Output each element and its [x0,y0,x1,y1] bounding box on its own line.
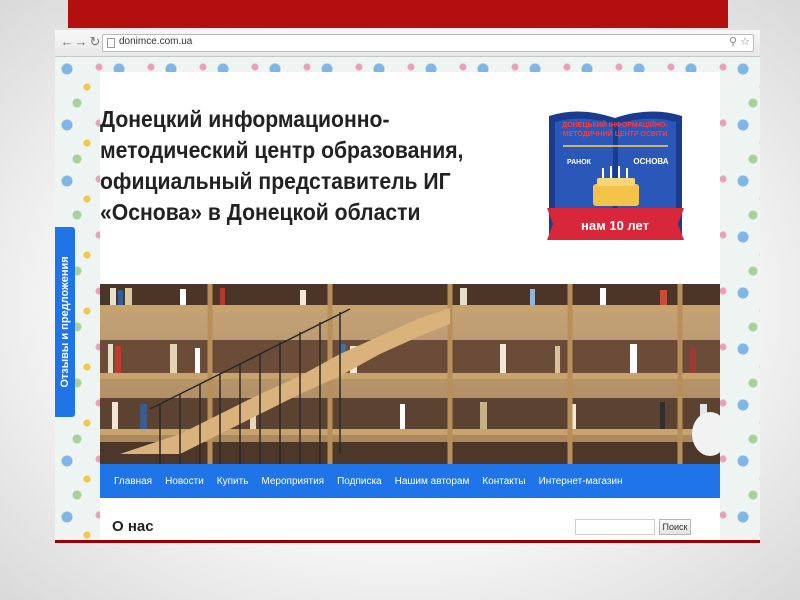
logo-brand-2: ОСНОВА [633,157,668,166]
logo-line-1: ДОНЕЦЬКИЙ ІНФОРМАЦІЙНО- [562,120,668,129]
nav-item-news[interactable]: Новости [165,476,204,487]
reload-icon[interactable]: ↻ [88,35,102,49]
nav-item-online-store[interactable]: Интернет-магазин [539,476,623,487]
back-arrow-icon[interactable]: ← [60,35,74,49]
nav-item-authors[interactable]: Нашим авторам [395,476,470,487]
nav-item-events[interactable]: Мероприятия [261,476,324,487]
star-icon[interactable]: ☆ [740,35,750,48]
site-title: Донецкий информационно-методический цент… [100,106,464,225]
web-page: Отзывы и предложения Донецкий информацио… [55,57,760,540]
hero-banner-bookshelf [100,284,720,464]
main-navigation: Главная Новости Купить Мероприятия Подпи… [100,464,720,498]
feedback-tab[interactable]: Отзывы и предложения [55,227,75,417]
url-text[interactable]: donimce.com.ua [119,36,192,47]
feedback-tab-label[interactable]: Отзывы и предложения [59,227,71,417]
logo-badge: нам 10 лет [581,218,649,233]
search-button[interactable]: Поиск [659,519,691,535]
nav-item-buy[interactable]: Купить [217,476,249,487]
browser-toolbar: ← → ↻ donimce.com.ua ⚲ ☆ [55,30,760,57]
slide-header-bar [68,0,728,28]
nav-item-home[interactable]: Главная [114,476,152,487]
site-logo[interactable]: ДОНЕЦЬКИЙ ІНФОРМАЦІЙНО- МЕТОДИЧНИЙ ЦЕНТР… [545,106,686,254]
logo-line-2: МЕТОДИЧНИЙ ЦЕНТР ОСВІТИ [563,129,668,138]
page-content: Донецкий информационно-методический цент… [100,72,720,540]
nav-item-contacts[interactable]: Контакты [482,476,525,487]
page-icon [107,38,115,48]
zoom-icon[interactable]: ⚲ [729,35,737,48]
about-heading: О нас [112,518,154,535]
address-bar[interactable]: donimce.com.ua ⚲ ☆ [102,34,754,52]
browser-window: ← → ↻ donimce.com.ua ⚲ ☆ Отзывы и предло… [55,30,760,543]
search-input[interactable] [575,519,655,535]
logo-brand-1: РАНОК [567,159,592,166]
nav-item-subscription[interactable]: Подписка [337,476,382,487]
forward-arrow-icon[interactable]: → [74,35,88,49]
